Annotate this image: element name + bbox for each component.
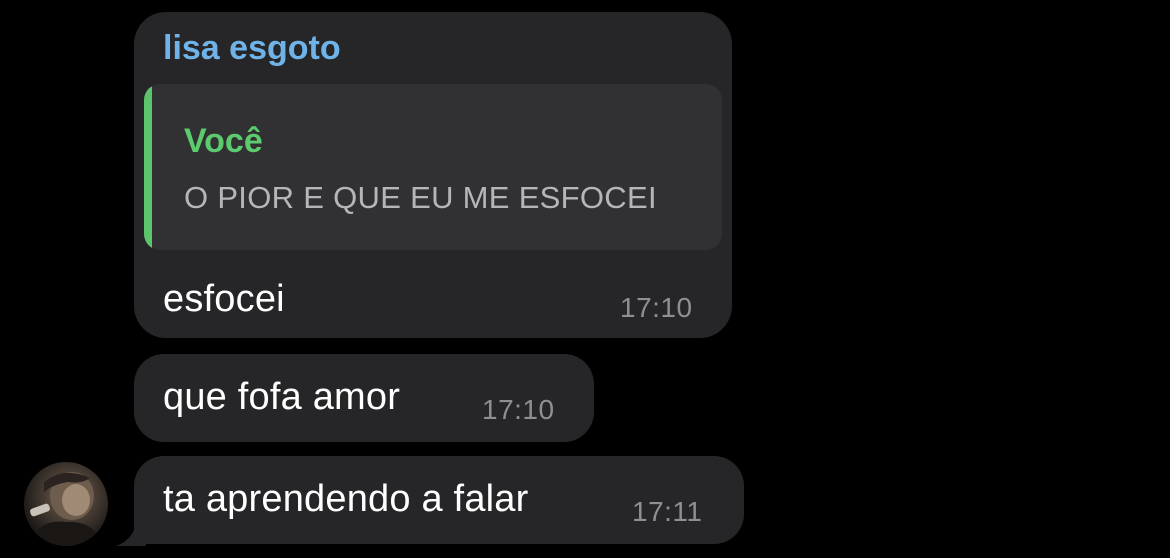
message-time: 17:11 <box>632 496 703 527</box>
contact-avatar[interactable] <box>24 462 108 546</box>
sender-name[interactable]: lisa esgoto <box>163 29 341 68</box>
reply-quote[interactable]: Você O PIOR E QUE EU ME ESFOCEI <box>144 84 722 250</box>
message-bubble[interactable]: que fofa amor 17:10 <box>134 354 594 442</box>
message-bubble[interactable]: ta aprendendo a falar 17:11 <box>134 456 744 544</box>
message-text: ta aprendendo a falar <box>163 478 529 520</box>
message-time: 17:10 <box>620 292 693 323</box>
reply-text: O PIOR E QUE EU ME ESFOCEI <box>184 180 657 215</box>
message-time: 17:10 <box>482 394 555 425</box>
message-text: esfocei <box>163 278 285 320</box>
message-text: que fofa amor <box>163 376 401 418</box>
bubble-tail <box>116 516 146 546</box>
avatar-photo-icon <box>28 472 104 546</box>
reply-author: Você <box>184 122 263 160</box>
chat-area: lisa esgoto Você O PIOR E QUE EU ME ESFO… <box>0 0 1170 558</box>
message-bubble[interactable]: lisa esgoto Você O PIOR E QUE EU ME ESFO… <box>134 12 732 338</box>
reply-accent-bar <box>144 84 152 250</box>
